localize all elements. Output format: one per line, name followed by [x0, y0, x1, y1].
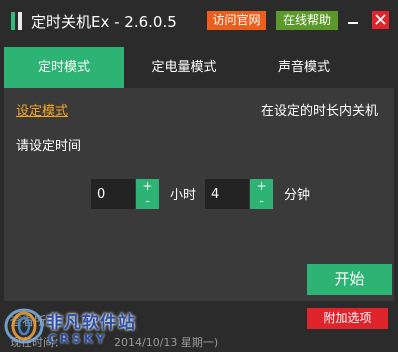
tab-timer-mode[interactable]: 定时模式 — [4, 47, 124, 88]
mode-description: 在设定的时长内关机 — [260, 104, 378, 119]
close-icon — [375, 14, 386, 25]
set-time-prompt: 请设定时间 — [16, 139, 82, 154]
mode-tabs: 定时模式 定电量模式 声音模式 — [4, 47, 394, 88]
tab-sound-mode[interactable]: 声音模式 — [244, 47, 364, 88]
start-button[interactable]: 开始 — [307, 264, 392, 295]
minutes-decrement-button[interactable]: - — [250, 194, 273, 209]
tab-battery-mode[interactable]: 定电量模式 — [124, 47, 244, 88]
title-bar: 定时关机Ex - 2.6.0.5 访问官网 在线帮助 — [0, 0, 398, 42]
additional-options-button[interactable]: 附加选项 — [307, 308, 388, 329]
visit-website-button[interactable]: 访问官网 — [207, 11, 266, 30]
watermark-subtext: CRSKY — [48, 332, 108, 346]
minutes-unit-label: 分钟 — [284, 188, 311, 203]
watermark-swirl-icon — [4, 308, 44, 344]
watermark-logo: 非凡软件站 CRSKY — [2, 300, 162, 352]
hours-input[interactable] — [91, 179, 135, 209]
minutes-increment-button[interactable]: + — [250, 179, 273, 194]
app-window: 定时关机Ex - 2.6.0.5 访问官网 在线帮助 定时模式 定电量模式 声音… — [0, 0, 398, 352]
minutes-input[interactable] — [205, 179, 249, 209]
logo-bar-green — [11, 12, 15, 30]
app-logo-icon — [11, 12, 25, 30]
online-help-button[interactable]: 在线帮助 — [276, 11, 338, 30]
minimize-icon[interactable] — [346, 13, 360, 27]
minutes-stepper: + - — [250, 179, 273, 209]
watermark-text: 非凡软件站 — [46, 313, 136, 333]
close-button[interactable] — [372, 11, 389, 29]
hours-decrement-button[interactable]: - — [136, 194, 159, 209]
hours-increment-button[interactable]: + — [136, 179, 159, 194]
set-mode-link[interactable]: 设定模式 — [16, 100, 68, 119]
window-title: 定时关机Ex - 2.6.0.5 — [31, 13, 177, 31]
logo-bar-white — [18, 12, 22, 30]
timer-panel: 设定模式 在设定的时长内关机 请设定时间 + - 小时 + - 分钟 开始 — [4, 88, 394, 301]
hours-stepper: + - — [136, 179, 159, 209]
hours-unit-label: 小时 — [170, 188, 197, 203]
